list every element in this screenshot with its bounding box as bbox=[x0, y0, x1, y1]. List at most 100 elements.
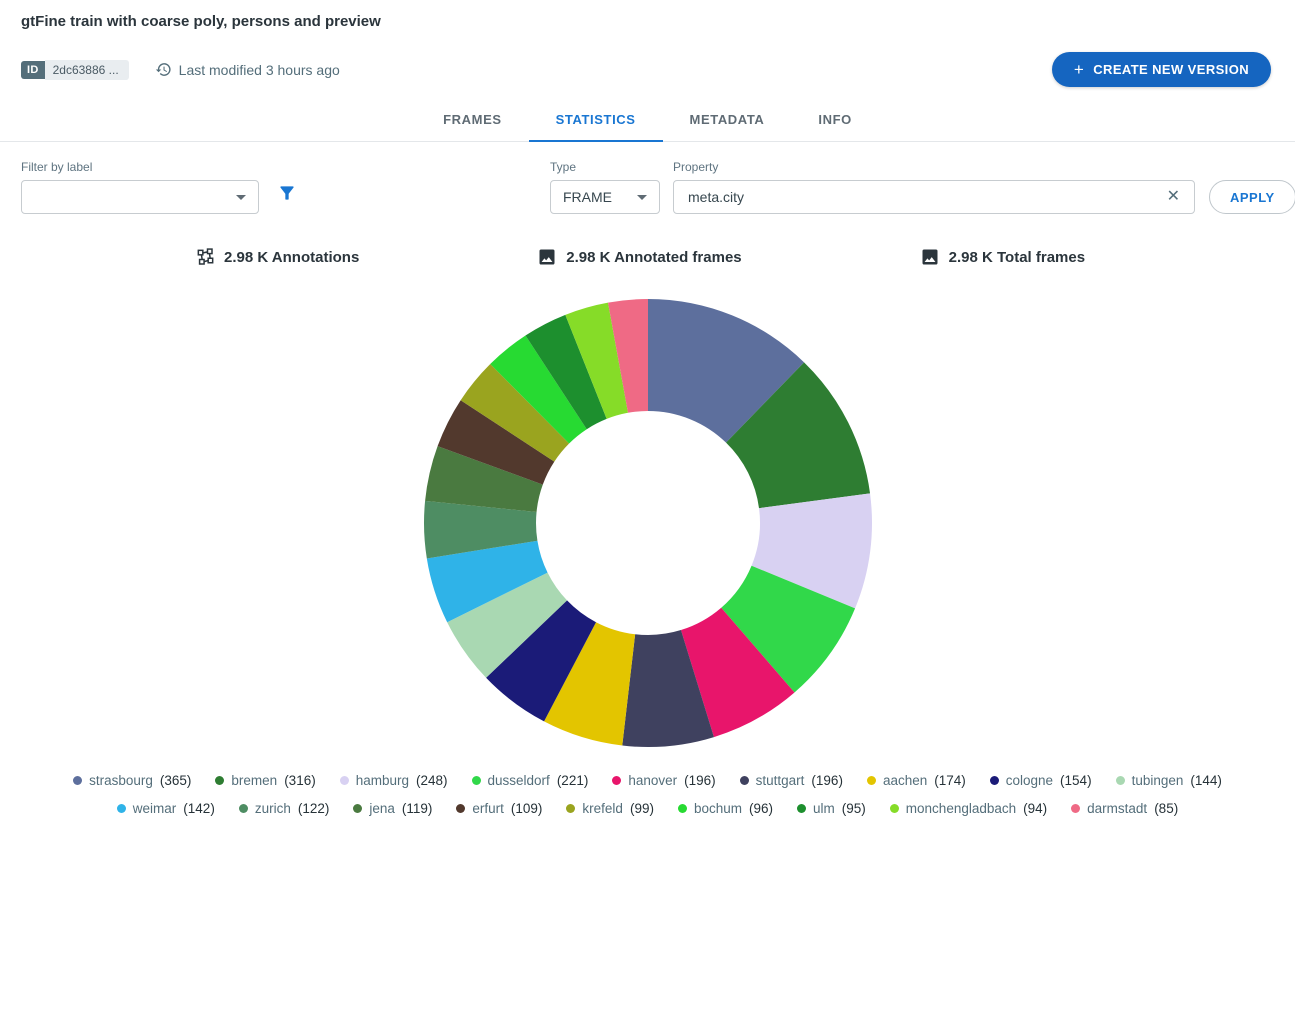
clear-icon[interactable]: ✕ bbox=[1165, 187, 1182, 207]
legend-dot bbox=[472, 776, 481, 785]
legend-item-strasbourg[interactable]: strasbourg (365) bbox=[73, 773, 191, 788]
image-icon bbox=[920, 247, 940, 267]
legend-item-zurich[interactable]: zurich (122) bbox=[239, 801, 330, 816]
legend-label: zurich bbox=[255, 801, 291, 816]
legend-dot bbox=[890, 804, 899, 813]
legend-item-darmstadt[interactable]: darmstadt (85) bbox=[1071, 801, 1178, 816]
legend-item-stuttgart[interactable]: stuttgart(196) bbox=[740, 773, 843, 788]
legend-label: krefeld bbox=[582, 801, 623, 816]
type-label: Type bbox=[550, 160, 660, 174]
legend-dot bbox=[740, 776, 749, 785]
chevron-down-icon bbox=[236, 195, 246, 200]
legend-label: hanover bbox=[628, 773, 677, 788]
legend-dot bbox=[215, 776, 224, 785]
legend-label: stuttgart bbox=[756, 773, 805, 788]
last-modified-text: Last modified 3 hours ago bbox=[179, 62, 340, 78]
legend-label: darmstadt bbox=[1087, 801, 1147, 816]
legend-item-erfurt[interactable]: erfurt (109) bbox=[456, 801, 542, 816]
legend-row-1: strasbourg (365) bremen (316) hamburg (248) du… bbox=[0, 773, 1295, 788]
chevron-down-icon bbox=[637, 195, 647, 200]
legend-count: (119) bbox=[402, 801, 433, 816]
dataset-id-chip[interactable]: ID 2dc63886 ... bbox=[21, 60, 129, 80]
legend-dot bbox=[1116, 776, 1125, 785]
id-value: 2dc63886 ... bbox=[45, 60, 129, 80]
image-icon bbox=[537, 247, 557, 267]
legend-label: erfurt bbox=[472, 801, 504, 816]
legend-item-weimar[interactable]: weimar (142) bbox=[117, 801, 215, 816]
legend-item-jena[interactable]: jena(119) bbox=[353, 801, 432, 816]
annotations-stat: 2.98 K Annotations bbox=[195, 247, 359, 267]
legend-dot bbox=[239, 804, 248, 813]
legend-count: (85) bbox=[1154, 801, 1178, 816]
property-filter-field: Property ✕ bbox=[673, 160, 1195, 214]
tab-frames[interactable]: FRAMES bbox=[416, 95, 529, 142]
header: gtFine train with coarse poly, persons a… bbox=[0, 0, 1295, 87]
legend-count: (122) bbox=[298, 801, 330, 816]
dataset-statistics-page: gtFine train with coarse poly, persons a… bbox=[0, 0, 1295, 1013]
legend-dot bbox=[340, 776, 349, 785]
legend-count: (109) bbox=[511, 801, 543, 816]
tab-metadata[interactable]: METADATA bbox=[663, 95, 792, 142]
legend-count: (95) bbox=[842, 801, 866, 816]
legend-count: (365) bbox=[160, 773, 192, 788]
tab-bar: FRAMES STATISTICS METADATA INFO bbox=[0, 95, 1295, 142]
total-frames-count: 2.98 K Total frames bbox=[949, 249, 1085, 266]
legend-item-tubingen[interactable]: tubingen(144) bbox=[1116, 773, 1222, 788]
legend-label: hamburg bbox=[356, 773, 409, 788]
stats-row: 2.98 K Annotations 2.98 K Annotated fram… bbox=[0, 247, 1295, 267]
tab-info[interactable]: INFO bbox=[791, 95, 878, 142]
legend-label: dusseldorf bbox=[488, 773, 550, 788]
legend-item-monchengladbach[interactable]: monchengladbach(94) bbox=[890, 801, 1047, 816]
type-select-value: FRAME bbox=[563, 189, 612, 205]
legend-item-hamburg[interactable]: hamburg (248) bbox=[340, 773, 448, 788]
legend-item-hanover[interactable]: hanover (196) bbox=[612, 773, 715, 788]
legend-count: (221) bbox=[557, 773, 589, 788]
legend-item-bochum[interactable]: bochum(96) bbox=[678, 801, 773, 816]
city-distribution-chart bbox=[0, 297, 1295, 749]
apply-button[interactable]: APPLY bbox=[1209, 180, 1295, 214]
legend-label: cologne bbox=[1006, 773, 1053, 788]
legend-item-krefeld[interactable]: krefeld (99) bbox=[566, 801, 654, 816]
legend-item-aachen[interactable]: aachen(174) bbox=[867, 773, 966, 788]
annotations-count: 2.98 K Annotations bbox=[224, 249, 359, 266]
create-new-version-button[interactable]: + CREATE NEW VERSION bbox=[1052, 52, 1271, 87]
legend-item-bremen[interactable]: bremen (316) bbox=[215, 773, 315, 788]
type-select[interactable]: FRAME bbox=[550, 180, 660, 214]
legend-dot bbox=[990, 776, 999, 785]
header-meta-row: ID 2dc63886 ... Last modified 3 hours ag… bbox=[21, 52, 1274, 87]
filter-bar: Filter by label Type FRAME Property ✕ AP… bbox=[0, 142, 1295, 214]
label-filter-field: Filter by label bbox=[21, 160, 259, 214]
annotated-frames-count: 2.98 K Annotated frames bbox=[566, 249, 741, 266]
legend-count: (196) bbox=[684, 773, 716, 788]
legend-item-dusseldorf[interactable]: dusseldorf (221) bbox=[472, 773, 589, 788]
legend-dot bbox=[353, 804, 362, 813]
legend-dot bbox=[73, 776, 82, 785]
plus-icon: + bbox=[1074, 61, 1084, 78]
legend-dot bbox=[612, 776, 621, 785]
legend-label: strasbourg bbox=[89, 773, 153, 788]
legend-dot bbox=[1071, 804, 1080, 813]
legend-count: (99) bbox=[630, 801, 654, 816]
legend-count: (248) bbox=[416, 773, 448, 788]
legend-label: monchengladbach bbox=[906, 801, 1016, 816]
history-icon bbox=[155, 61, 172, 78]
label-filter-select[interactable] bbox=[21, 180, 259, 214]
tab-statistics[interactable]: STATISTICS bbox=[529, 95, 663, 142]
chart-legend: strasbourg (365) bremen (316) hamburg (248) du… bbox=[0, 773, 1295, 816]
legend-label: bochum bbox=[694, 801, 742, 816]
create-new-version-label: CREATE NEW VERSION bbox=[1093, 62, 1249, 77]
legend-label: bremen bbox=[231, 773, 277, 788]
id-badge: ID bbox=[21, 61, 45, 79]
legend-item-cologne[interactable]: cologne (154) bbox=[990, 773, 1092, 788]
legend-count: (316) bbox=[284, 773, 316, 788]
label-filter-label: Filter by label bbox=[21, 160, 259, 174]
annotated-frames-stat: 2.98 K Annotated frames bbox=[537, 247, 741, 267]
legend-count: (142) bbox=[183, 801, 215, 816]
annotations-icon bbox=[195, 247, 215, 267]
filter-icon[interactable] bbox=[277, 183, 297, 208]
legend-label: weimar bbox=[133, 801, 177, 816]
legend-count: (154) bbox=[1060, 773, 1092, 788]
property-input[interactable] bbox=[686, 188, 1165, 206]
legend-item-ulm[interactable]: ulm(95) bbox=[797, 801, 866, 816]
legend-row-2: weimar (142) zurich (122) jena(119) erfurt (10… bbox=[0, 801, 1295, 816]
